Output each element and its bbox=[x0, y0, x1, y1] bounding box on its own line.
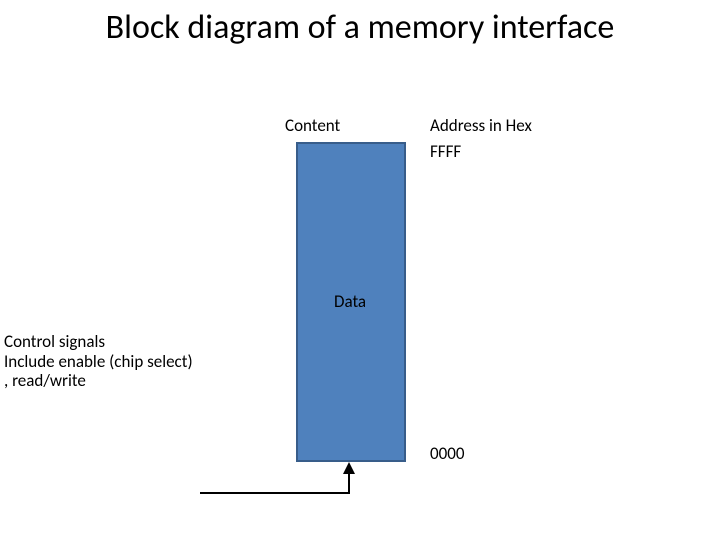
content-label: Content bbox=[285, 116, 340, 136]
address-low-label: 0000 bbox=[430, 444, 464, 464]
address-high-label: FFFF bbox=[430, 142, 461, 162]
data-label: Data bbox=[334, 292, 366, 312]
control-signals-label: Control signals Include enable (chip sel… bbox=[4, 332, 193, 391]
control-arrow-horizontal bbox=[200, 492, 350, 494]
control-arrow-vertical bbox=[348, 474, 350, 494]
address-header-label: Address in Hex bbox=[430, 116, 532, 136]
diagram-title: Block diagram of a memory interface bbox=[0, 8, 720, 47]
control-arrow-head-icon bbox=[343, 462, 355, 474]
